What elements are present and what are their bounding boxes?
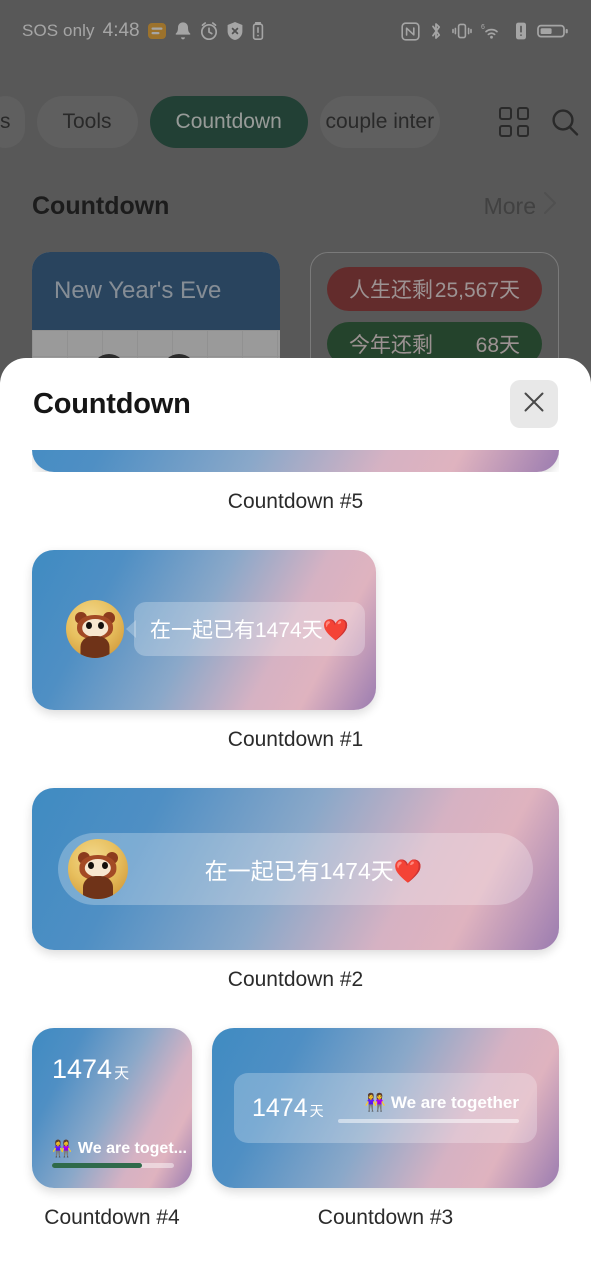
close-button[interactable] — [510, 380, 558, 428]
chat-bubble-row: 在一起已有1474天❤️ — [66, 600, 365, 658]
widget-item-countdown-5[interactable]: Countdown #5 — [32, 450, 559, 540]
progress-bar — [52, 1163, 174, 1168]
pill-message-row: 在一起已有1474天❤️ — [128, 852, 499, 886]
pet-avatar-icon — [68, 839, 128, 899]
widget-card-countdown-1[interactable]: 在一起已有1474天❤️ — [32, 550, 376, 710]
inner-pill: 1474 天 👭 We are together — [234, 1073, 537, 1143]
widget-row-bottom: 1474 天 👭 We are toget... Countdown #4 14… — [32, 1028, 559, 1266]
countdown-modal-sheet: Countdown Countdown #5 在一起已有1474天❤️ Coun… — [0, 358, 591, 1280]
widget-label: Countdown #5 — [227, 490, 364, 513]
widget-card-countdown-3[interactable]: 1474 天 👭 We are together — [212, 1028, 559, 1188]
days-unit: 天 — [309, 1102, 324, 1119]
progress-bar — [337, 1119, 519, 1123]
heart-icon: ❤️ — [393, 859, 423, 885]
days-unit: 天 — [114, 1065, 130, 1082]
widget-preview-clip — [32, 450, 559, 472]
modal-title: Countdown — [33, 387, 191, 420]
days-number: 1474 — [252, 1093, 308, 1122]
widget-card-countdown-4[interactable]: 1474 天 👭 We are toget... — [32, 1028, 192, 1188]
modal-header: Countdown — [0, 358, 591, 450]
progress-bar-fill — [52, 1163, 143, 1168]
widget-label: Countdown #2 — [227, 968, 364, 991]
caption-row: 👭 We are together — [338, 1093, 519, 1113]
widget-card-countdown-2[interactable]: 在一起已有1474天❤️ — [32, 788, 559, 950]
caption-block: 👭 We are toget... — [52, 1139, 187, 1168]
heart-icon: ❤️ — [322, 618, 349, 642]
pill-row: 在一起已有1474天❤️ — [58, 833, 533, 905]
pill-message: 在一起已有1474天 — [204, 858, 394, 884]
caption-block: 👭 We are together — [337, 1093, 519, 1123]
widget-label: Countdown #3 — [317, 1206, 454, 1229]
close-icon — [521, 389, 547, 420]
caption-row: 👭 We are toget... — [52, 1139, 187, 1158]
widget-item-countdown-1[interactable]: 在一起已有1474天❤️ Countdown #1 — [32, 550, 559, 778]
widget-label: Countdown #1 — [227, 728, 364, 751]
widget-item-countdown-3[interactable]: 1474 天 👭 We are together Countdown #3 — [212, 1028, 559, 1256]
days-number: 1474 — [52, 1054, 113, 1084]
chat-bubble: 在一起已有1474天❤️ — [134, 602, 365, 656]
widget-item-countdown-2[interactable]: 在一起已有1474天❤️ Countdown #2 — [32, 788, 559, 1018]
bubble-message: 在一起已有1474天 — [150, 619, 323, 642]
widget-list-scroll[interactable]: Countdown #5 在一起已有1474天❤️ Countdown #1 在… — [0, 450, 591, 1280]
caption-text: We are together — [390, 1093, 519, 1112]
caption-text: We are toget... — [77, 1139, 187, 1157]
days-counter: 1474 天 — [52, 1054, 129, 1085]
couple-icon: 👭 — [364, 1093, 386, 1113]
widget-label: Countdown #4 — [44, 1206, 180, 1229]
days-counter: 1474 天 — [252, 1094, 324, 1123]
widget-card-countdown-5[interactable] — [32, 450, 559, 472]
widget-item-countdown-4[interactable]: 1474 天 👭 We are toget... Countdown #4 — [32, 1028, 192, 1256]
couple-icon: 👭 — [52, 1139, 72, 1158]
pet-avatar-icon — [66, 600, 124, 658]
